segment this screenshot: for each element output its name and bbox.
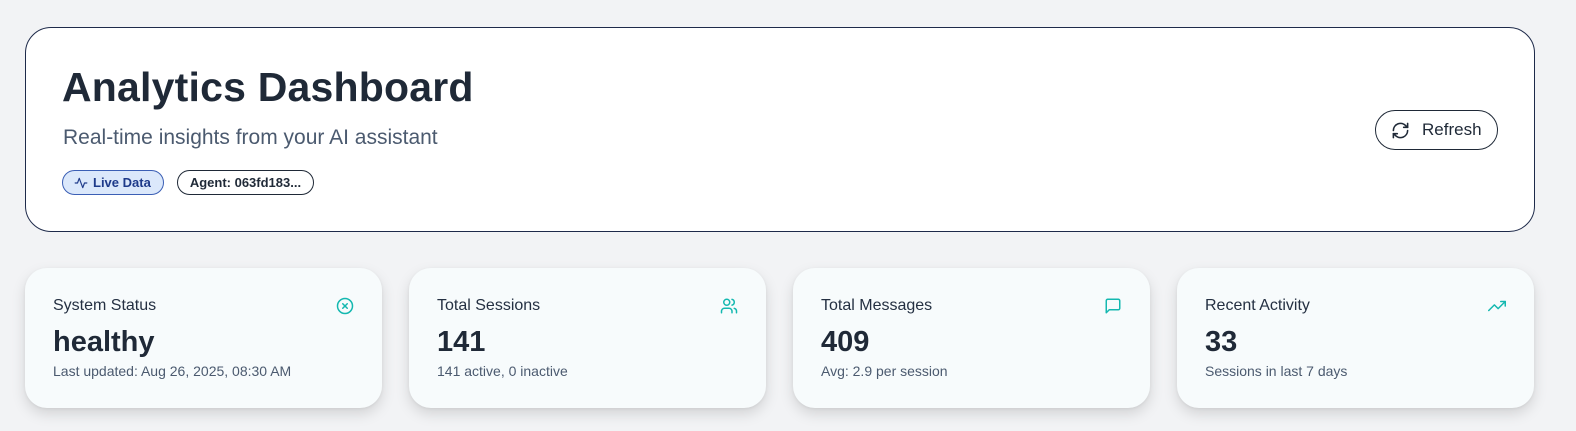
stat-value: 409 — [821, 326, 870, 358]
circle-x-icon — [336, 297, 354, 315]
stats-row: System Status healthy Last updated: Aug … — [25, 268, 1534, 408]
recent-activity-card: Recent Activity 33 Sessions in last 7 da… — [1177, 268, 1534, 408]
stat-detail: Last updated: Aug 26, 2025, 08:30 AM — [53, 363, 292, 379]
stat-detail: Sessions in last 7 days — [1205, 363, 1348, 379]
dashboard-header: Analytics Dashboard Real-time insights f… — [25, 27, 1535, 232]
live-data-label: Live Data — [93, 175, 151, 190]
stat-label: Recent Activity — [1205, 297, 1310, 314]
refresh-icon — [1392, 122, 1409, 138]
page-subtitle: Real-time insights from your AI assistan… — [63, 126, 438, 149]
badge-row: Live Data Agent: 063fd183... — [62, 170, 315, 195]
refresh-button[interactable]: Refresh — [1375, 110, 1498, 150]
trending-up-icon — [1488, 300, 1506, 312]
stat-label: Total Messages — [821, 297, 933, 314]
stat-detail: 141 active, 0 inactive — [437, 363, 568, 379]
users-icon — [720, 298, 738, 314]
stat-label: Total Sessions — [437, 297, 541, 314]
system-status-card: System Status healthy Last updated: Aug … — [25, 268, 382, 408]
refresh-label: Refresh — [1422, 120, 1482, 139]
stat-label: System Status — [53, 297, 157, 314]
stat-detail: Avg: 2.9 per session — [821, 363, 948, 379]
live-data-badge: Live Data — [62, 170, 164, 195]
stat-value: 33 — [1205, 326, 1238, 358]
stat-value: healthy — [53, 326, 155, 358]
message-icon — [1105, 298, 1121, 314]
agent-badge: Agent: 063fd183... — [176, 170, 315, 195]
total-messages-card: Total Messages 409 Avg: 2.9 per session — [793, 268, 1150, 408]
stat-value: 141 — [437, 326, 486, 358]
page-title: Analytics Dashboard — [62, 64, 474, 110]
activity-icon — [74, 177, 88, 188]
agent-label: Agent: 063fd183... — [189, 175, 302, 190]
total-sessions-card: Total Sessions 141 141 active, 0 inactiv… — [409, 268, 766, 408]
